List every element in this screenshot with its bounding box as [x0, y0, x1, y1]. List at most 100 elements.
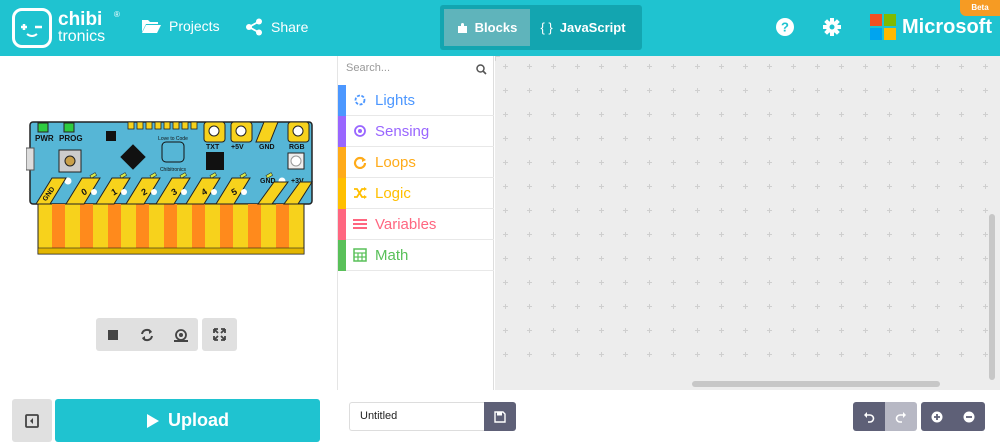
grid-cross	[767, 88, 772, 93]
grid-cross	[815, 352, 820, 357]
grid-cross	[911, 352, 916, 357]
grid-cross	[839, 352, 844, 357]
grid-cross	[767, 232, 772, 237]
grid-cross	[575, 304, 580, 309]
logo-text-line2: tronics	[58, 28, 106, 45]
zoom-in-button[interactable]	[921, 402, 953, 431]
beta-badge: Beta	[960, 0, 1000, 16]
category-color-bar	[338, 177, 346, 209]
tab-blocks[interactable]: Blocks	[444, 9, 530, 46]
grid-cross	[743, 256, 748, 261]
grid-cross	[935, 352, 940, 357]
save-button[interactable]	[484, 402, 516, 431]
grid-cross	[887, 304, 892, 309]
search-icon[interactable]	[476, 64, 487, 75]
projects-button[interactable]: Projects	[141, 18, 220, 34]
microsoft-windows-icon	[870, 14, 896, 40]
vertical-scrollbar[interactable]	[989, 214, 995, 380]
grid-cross	[503, 208, 508, 213]
grid-cross	[647, 160, 652, 165]
blocks-label: Blocks	[474, 20, 518, 35]
grid-cross	[503, 280, 508, 285]
grid-cross	[839, 184, 844, 189]
grid-cross	[647, 88, 652, 93]
category-loops[interactable]: Loops	[338, 146, 494, 178]
grid-cross	[599, 232, 604, 237]
grid-cross	[935, 160, 940, 165]
stop-button[interactable]	[96, 318, 130, 351]
undo-button[interactable]	[853, 402, 885, 431]
grid-cross	[887, 256, 892, 261]
category-label: Variables	[375, 215, 437, 233]
collapse-simulator-button[interactable]	[12, 399, 52, 442]
pwr-label: PWR	[35, 134, 54, 143]
chibitronics-logo[interactable]: chibi tronics ®	[12, 8, 120, 48]
tab-javascript[interactable]: { } JavaScript	[530, 9, 636, 46]
horizontal-scrollbar[interactable]	[692, 381, 940, 387]
grid-cross	[767, 160, 772, 165]
grid-cross	[839, 280, 844, 285]
restart-button[interactable]	[130, 318, 164, 351]
grid-cross	[695, 184, 700, 189]
grid-cross	[575, 328, 580, 333]
microsoft-label: Microsoft	[902, 15, 992, 38]
grid-cross	[959, 64, 964, 69]
grid-cross	[767, 328, 772, 333]
grid-cross	[623, 304, 628, 309]
grid-cross	[767, 304, 772, 309]
grid-cross	[575, 208, 580, 213]
txt-label: TXT	[206, 144, 220, 151]
projects-label: Projects	[169, 18, 220, 34]
category-color-bar	[338, 84, 346, 116]
help-icon[interactable]: ?	[774, 16, 796, 38]
grid-cross	[983, 184, 988, 189]
grid-cross	[527, 184, 532, 189]
grid-cross	[791, 136, 796, 141]
grid-cross	[839, 304, 844, 309]
microsoft-logo[interactable]: Microsoft	[870, 14, 992, 40]
expand-icon	[213, 328, 226, 341]
grid-cross	[743, 88, 748, 93]
grid-cross	[527, 328, 532, 333]
grid-cross	[743, 280, 748, 285]
redo-button[interactable]	[885, 402, 917, 431]
zoom-out-button[interactable]	[953, 402, 985, 431]
project-name-input[interactable]: Untitled	[349, 402, 484, 431]
grid-cross	[911, 280, 916, 285]
fullscreen-button[interactable]	[202, 318, 237, 351]
category-color-bar	[338, 239, 346, 271]
grid-cross	[815, 280, 820, 285]
category-variables[interactable]: Variables	[338, 208, 494, 240]
slow-mode-button[interactable]	[164, 318, 198, 351]
gear-icon[interactable]	[821, 16, 843, 38]
grid-cross	[623, 136, 628, 141]
grid-cross	[863, 232, 868, 237]
grid-cross	[719, 160, 724, 165]
blocks-workspace[interactable]	[495, 56, 1000, 390]
zoom-group	[921, 402, 985, 431]
shuffle-icon	[354, 187, 367, 199]
target-icon	[354, 125, 366, 137]
grid-cross	[983, 280, 988, 285]
category-sensing[interactable]: Sensing	[338, 115, 494, 147]
upload-button[interactable]: Upload	[55, 399, 320, 442]
grid-cross	[671, 160, 676, 165]
category-logic[interactable]: Logic	[338, 177, 494, 209]
grid-cross	[983, 256, 988, 261]
category-lights[interactable]: Lights	[338, 84, 494, 116]
grid-cross	[839, 64, 844, 69]
category-math[interactable]: Math	[338, 239, 494, 271]
love-to-code-board[interactable]: PWR PROG Love to Code Chibitronics TXT +…	[26, 118, 316, 258]
grid-cross	[767, 256, 772, 261]
share-button[interactable]: Share	[245, 18, 308, 36]
grid-cross	[911, 136, 916, 141]
grid-cross	[575, 256, 580, 261]
grid-cross	[815, 112, 820, 117]
search-input[interactable]: Search...	[346, 62, 486, 80]
grid-cross	[623, 160, 628, 165]
grid-cross	[551, 352, 556, 357]
grid-cross	[887, 184, 892, 189]
chibitronics-board-label: Chibitronics	[160, 167, 187, 173]
list-icon	[353, 219, 367, 229]
grid-cross	[719, 232, 724, 237]
